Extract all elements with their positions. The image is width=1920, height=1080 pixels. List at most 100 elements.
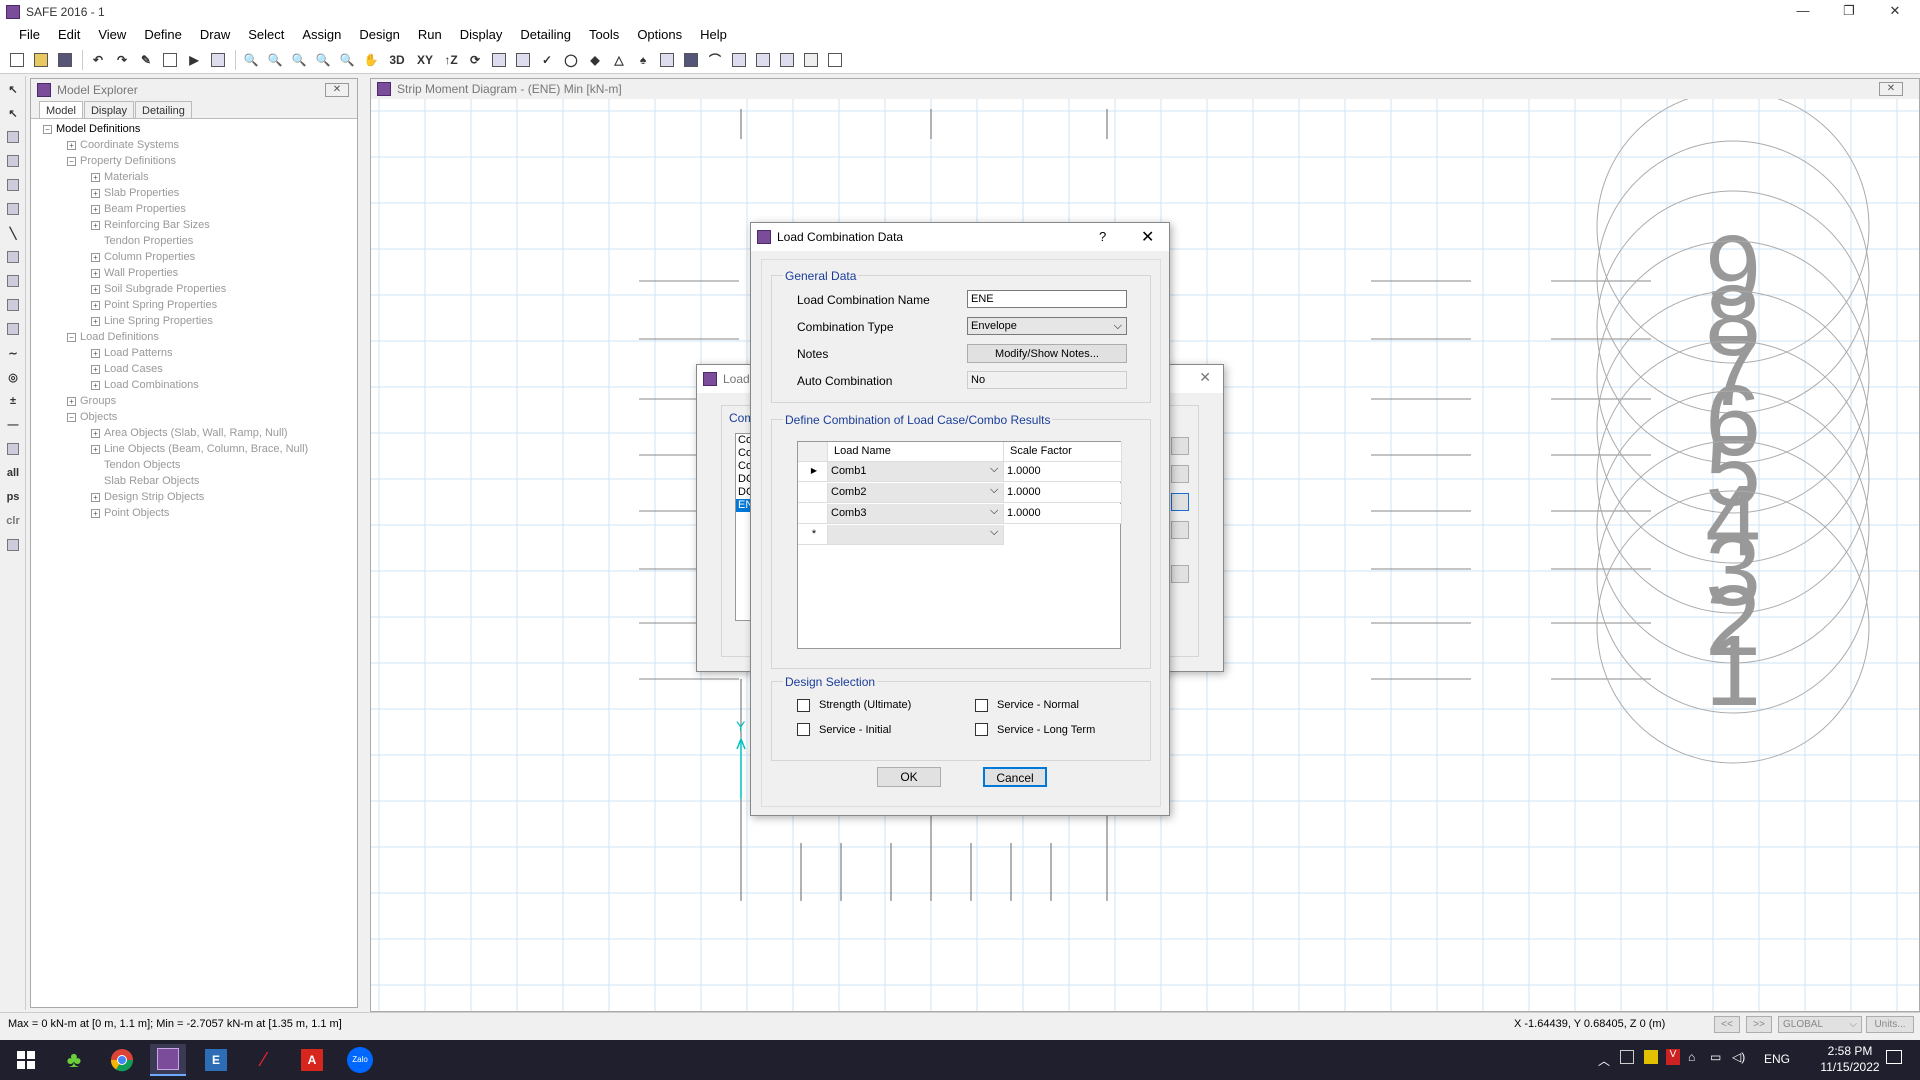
zoom-out-icon[interactable]: 🔍: [336, 49, 358, 71]
acrobat-icon[interactable]: A: [294, 1044, 330, 1076]
strip-icon[interactable]: [728, 49, 750, 71]
menu-run[interactable]: Run: [409, 24, 451, 46]
circle-icon[interactable]: ◯: [560, 49, 582, 71]
clock-time[interactable]: 2:58 PM: [1816, 1044, 1884, 1058]
collapse-icon[interactable]: −: [43, 124, 52, 134]
cancel-button[interactable]: Cancel: [983, 767, 1047, 787]
tab-model[interactable]: Model: [39, 101, 83, 118]
expand-icon[interactable]: +: [91, 300, 100, 310]
tree-node[interactable]: + Load Combinations: [31, 377, 357, 393]
menu-detailing[interactable]: Detailing: [511, 24, 580, 46]
tray-volume-icon[interactable]: ◁): [1732, 1050, 1745, 1064]
collapse-icon[interactable]: −: [67, 412, 76, 422]
tree-node[interactable]: + Beam Properties: [31, 201, 357, 217]
ok-button[interactable]: OK: [877, 767, 941, 787]
notification-icon[interactable]: [1886, 1050, 1902, 1064]
diamond-icon[interactable]: ◆: [584, 49, 606, 71]
bg-button-2[interactable]: [1171, 465, 1189, 483]
load-name-select[interactable]: Comb1: [828, 462, 1004, 482]
draw-strip-icon[interactable]: —: [2, 414, 24, 436]
modify-notes-button[interactable]: Modify/Show Notes...: [967, 344, 1127, 363]
service-long-term-checkbox[interactable]: [975, 723, 988, 736]
tree-node[interactable]: + Column Properties: [31, 249, 357, 265]
frame-icon[interactable]: [776, 49, 798, 71]
expand-icon[interactable]: +: [91, 252, 100, 262]
tree-node[interactable]: − Objects: [31, 409, 357, 425]
run-icon[interactable]: ▶: [183, 49, 205, 71]
bg-button-1[interactable]: [1171, 437, 1189, 455]
draw-area-icon[interactable]: [2, 126, 24, 148]
new-load-name-select[interactable]: [828, 525, 1004, 545]
collapse-icon[interactable]: −: [67, 156, 76, 166]
perspective-icon[interactable]: [488, 49, 510, 71]
view-xy-button[interactable]: XY: [412, 49, 438, 71]
rotate-icon[interactable]: ⟳: [464, 49, 486, 71]
zoom-in-icon[interactable]: 🔍: [312, 49, 334, 71]
tree-node[interactable]: + Line Spring Properties: [31, 313, 357, 329]
tree-node[interactable]: + Point Objects: [31, 505, 357, 521]
tree-node[interactable]: + Groups: [31, 393, 357, 409]
menu-define[interactable]: Define: [135, 24, 191, 46]
save-icon[interactable]: [54, 49, 76, 71]
draw-tendon-icon[interactable]: ∼: [2, 342, 24, 364]
tree-node[interactable]: + Coordinate Systems: [31, 137, 357, 153]
intersect-select-icon[interactable]: [2, 534, 24, 556]
new-file-icon[interactable]: [6, 49, 28, 71]
expand-icon[interactable]: +: [91, 380, 100, 390]
help-button[interactable]: ?: [1099, 229, 1106, 244]
deform-icon[interactable]: ⌒: [704, 49, 726, 71]
menu-tools[interactable]: Tools: [580, 24, 628, 46]
clover-app-icon[interactable]: ♣: [56, 1044, 92, 1076]
bg-button-4[interactable]: [1171, 521, 1189, 539]
minimize-button[interactable]: —: [1780, 0, 1826, 24]
run-all-icon[interactable]: [207, 49, 229, 71]
tree-node[interactable]: + Materials: [31, 169, 357, 185]
next-view-button[interactable]: >>: [1746, 1016, 1772, 1033]
table-icon[interactable]: [752, 49, 774, 71]
strength-ultimate-checkbox[interactable]: [797, 699, 810, 712]
expand-icon[interactable]: +: [91, 492, 100, 502]
draw-ramp-icon[interactable]: [2, 318, 24, 340]
expand-icon[interactable]: +: [91, 172, 100, 182]
lock-icon[interactable]: [159, 49, 181, 71]
chevron-down-icon[interactable]: ⌵: [990, 526, 998, 539]
expand-icon[interactable]: +: [91, 508, 100, 518]
language-indicator[interactable]: ENG: [1764, 1052, 1790, 1066]
view-3d-button[interactable]: 3D: [384, 49, 410, 71]
scale-factor-cell[interactable]: 1.0000: [1004, 462, 1122, 482]
tab-display[interactable]: Display: [83, 101, 135, 118]
draw-support-icon[interactable]: ◎: [2, 366, 24, 388]
pointer-icon[interactable]: ↖: [2, 78, 24, 100]
windows-start-icon[interactable]: [8, 1044, 44, 1076]
expand-icon[interactable]: +: [91, 284, 100, 294]
tree-node[interactable]: + Design Strip Objects: [31, 489, 357, 505]
combination-name-input[interactable]: ENE: [967, 290, 1127, 308]
restore-button[interactable]: ❐: [1826, 0, 1872, 24]
tray-v-icon[interactable]: V: [1666, 1049, 1680, 1065]
tree-node[interactable]: + Line Objects (Beam, Column, Brace, Null…: [31, 441, 357, 457]
expand-icon[interactable]: +: [91, 268, 100, 278]
scale-factor-cell[interactable]: 1.0000: [1004, 483, 1122, 503]
menu-help[interactable]: Help: [691, 24, 736, 46]
undo-icon[interactable]: ↶: [87, 49, 109, 71]
collapse-icon[interactable]: −: [67, 332, 76, 342]
beam-icon[interactable]: [656, 49, 678, 71]
tree-node[interactable]: + Area Objects (Slab, Wall, Ramp, Null): [31, 425, 357, 441]
tree-node[interactable]: − Load Definitions: [31, 329, 357, 345]
tree-node[interactable]: Slab Rebar Objects: [31, 473, 357, 489]
combination-type-select[interactable]: Envelope ⌵: [967, 317, 1127, 335]
expand-icon[interactable]: +: [67, 396, 76, 406]
expand-icon[interactable]: +: [91, 220, 100, 230]
tree-node[interactable]: + Slab Properties: [31, 185, 357, 201]
menu-edit[interactable]: Edit: [49, 24, 89, 46]
tab-detailing[interactable]: Detailing: [135, 101, 192, 118]
draw-slab-icon[interactable]: [2, 174, 24, 196]
pencil-icon[interactable]: ✎: [135, 49, 157, 71]
close-window-button[interactable]: ✕: [1872, 0, 1918, 24]
tree-node[interactable]: Tendon Objects: [31, 457, 357, 473]
clock-date[interactable]: 11/15/2022: [1816, 1060, 1884, 1074]
combination-list-item[interactable]: EN: [736, 499, 753, 512]
scale-factor-cell[interactable]: 1.0000: [1004, 504, 1122, 524]
camera-icon[interactable]: [680, 49, 702, 71]
previous-selection-button[interactable]: ps: [2, 486, 24, 508]
